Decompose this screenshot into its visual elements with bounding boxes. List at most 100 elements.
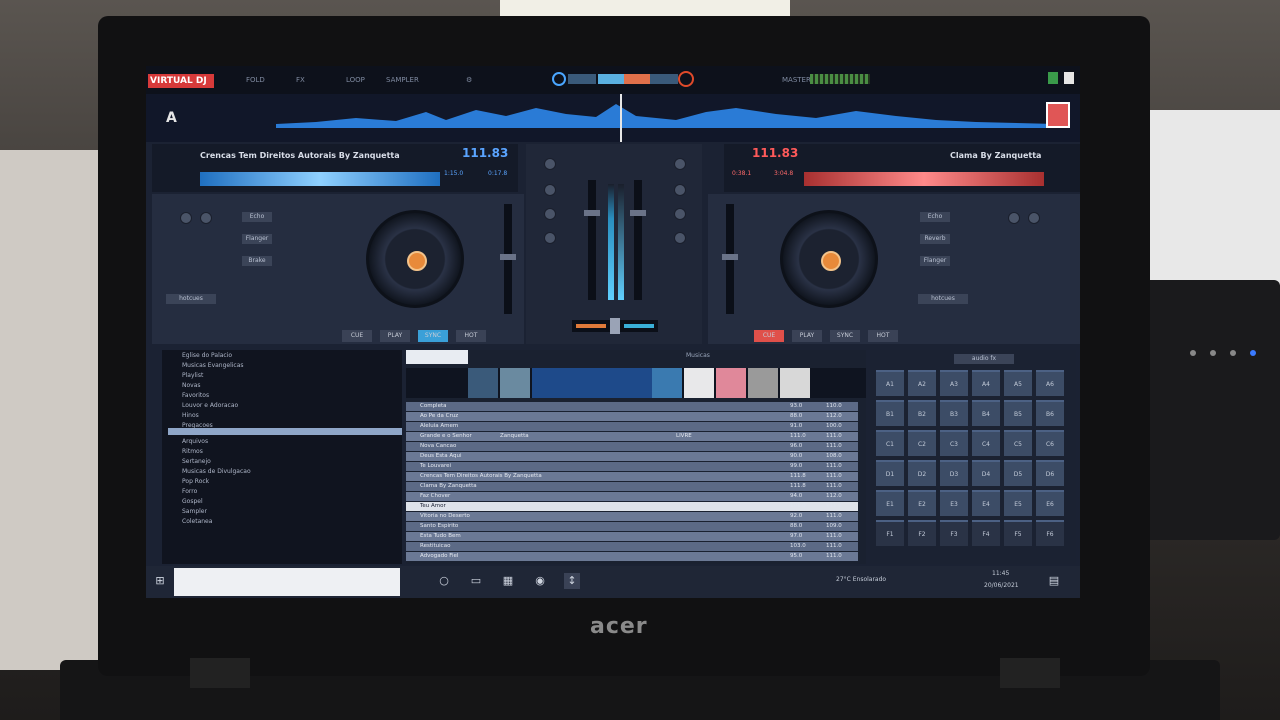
app-logo[interactable]: VIRTUAL DJ <box>148 74 214 88</box>
task-view-icon[interactable]: ▭ <box>468 573 484 589</box>
sampler-pad[interactable]: B5 <box>1004 400 1032 426</box>
tree-item[interactable]: Sertanejo <box>182 458 211 465</box>
fx-flanger[interactable]: Flanger <box>242 234 272 244</box>
tree-item[interactable]: Arquivos <box>182 438 208 445</box>
cortana-icon[interactable]: ○ <box>436 573 452 589</box>
table-row[interactable]: Esta Tudo Bem 97.0 111.0 <box>406 532 858 541</box>
table-row[interactable]: Santo Espirito 88.0 109.0 <box>406 522 858 531</box>
sampler-pad[interactable]: A6 <box>1036 370 1064 396</box>
sampler-pad[interactable]: C6 <box>1036 430 1064 456</box>
clock-date[interactable]: 20/06/2021 <box>984 582 1019 589</box>
table-row[interactable]: Nova Cancao 96.0 111.0 <box>406 442 858 451</box>
table-row[interactable]: Teu Amor 101.0 111.0 <box>406 502 858 511</box>
volume-fader-right[interactable] <box>630 180 646 300</box>
table-row[interactable]: Faz Chover 94.0 112.0 <box>406 492 858 501</box>
sampler-pad[interactable]: A5 <box>1004 370 1032 396</box>
deck-right-jogwheel[interactable] <box>780 210 878 308</box>
hotcue-button[interactable]: HOT <box>868 330 898 342</box>
explorer-icon[interactable]: ▦ <box>500 573 516 589</box>
tree-item[interactable]: Coletanea <box>182 518 212 525</box>
sampler-pad[interactable]: D4 <box>972 460 1000 486</box>
sampler-pad[interactable]: A1 <box>876 370 904 396</box>
sampler-pad[interactable]: F1 <box>876 520 904 546</box>
tree-item[interactable]: Gospel <box>182 498 203 505</box>
window-icon[interactable] <box>1048 72 1058 84</box>
menu-sampler[interactable]: SAMPLER <box>386 76 419 84</box>
menu-fold[interactable]: FOLD <box>246 76 265 84</box>
settings-icon[interactable]: ⚙ <box>466 76 472 84</box>
table-row[interactable]: Aleluia Amem 91.0 100.0 <box>406 422 858 431</box>
menu-loop[interactable]: LOOP <box>346 76 365 84</box>
virtualdj-taskbar-icon[interactable]: ◉ <box>532 573 548 589</box>
sampler-pad[interactable]: C3 <box>940 430 968 456</box>
album-cover[interactable] <box>468 368 498 398</box>
power-icon[interactable] <box>678 71 694 87</box>
fx-flanger[interactable]: Flanger <box>920 256 950 266</box>
pitch-slider-left[interactable] <box>500 204 516 314</box>
deck-left-jogwheel[interactable] <box>366 210 464 308</box>
tree-item[interactable]: Hinos <box>182 412 199 419</box>
sampler-pad[interactable]: B1 <box>876 400 904 426</box>
fx-reverb[interactable]: Reverb <box>920 234 950 244</box>
table-row[interactable]: Ao Pe da Cruz 88.0 112.0 <box>406 412 858 421</box>
eq-high-knob[interactable] <box>544 184 556 196</box>
sampler-pad[interactable]: C1 <box>876 430 904 456</box>
gain-knob-right[interactable] <box>674 158 686 170</box>
layout-button[interactable] <box>650 74 678 84</box>
sampler-pad[interactable]: E3 <box>940 490 968 516</box>
tree-item[interactable]: Novas <box>182 382 201 389</box>
waveform-overview[interactable]: A <box>146 94 1080 142</box>
deck-right-waveform[interactable] <box>804 172 1044 186</box>
tree-item[interactable]: Playlist <box>182 372 203 379</box>
sampler-pad[interactable]: D2 <box>908 460 936 486</box>
windows-start-icon[interactable]: ⊞ <box>152 573 168 589</box>
table-row[interactable]: Crencas Tem Direitos Autorais By Zanquet… <box>406 472 858 481</box>
sampler-pad[interactable]: B2 <box>908 400 936 426</box>
crossfader[interactable] <box>572 318 658 334</box>
tree-item[interactable]: Pop Rock <box>182 478 209 485</box>
table-row[interactable]: Advogado Fiel 95.0 111.0 <box>406 552 858 561</box>
sampler-pad[interactable]: D3 <box>940 460 968 486</box>
table-row[interactable]: Vitoria no Deserto 92.0 111.0 <box>406 512 858 521</box>
album-cover[interactable] <box>684 368 714 398</box>
clock-time[interactable]: 11:45 <box>992 570 1009 577</box>
sampler-pad[interactable]: E5 <box>1004 490 1032 516</box>
sampler-pad[interactable]: B6 <box>1036 400 1064 426</box>
sampler-pad[interactable]: A2 <box>908 370 936 396</box>
loop-select[interactable]: hotcues <box>918 294 968 304</box>
fader-cap[interactable] <box>630 210 646 216</box>
fx-echo[interactable]: Echo <box>920 212 950 222</box>
sampler-pad[interactable]: B3 <box>940 400 968 426</box>
pitch-slider-cap[interactable] <box>722 254 738 260</box>
sampler-pad[interactable]: F5 <box>1004 520 1032 546</box>
eq-low-knob[interactable] <box>674 232 686 244</box>
fader-cap[interactable] <box>584 210 600 216</box>
window-icon[interactable] <box>1064 72 1074 84</box>
sampler-pad[interactable]: E2 <box>908 490 936 516</box>
layout-button[interactable] <box>598 74 626 84</box>
album-cover[interactable] <box>716 368 746 398</box>
fx-brake[interactable]: Brake <box>242 256 272 266</box>
usb-icon[interactable]: ↕ <box>564 573 580 589</box>
sampler-pad[interactable]: A3 <box>940 370 968 396</box>
tree-item[interactable]: Ritmos <box>182 448 203 455</box>
eq-mid-knob[interactable] <box>544 208 556 220</box>
eq-low-knob[interactable] <box>544 232 556 244</box>
sampler-pad[interactable]: F2 <box>908 520 936 546</box>
play-button[interactable]: PLAY <box>792 330 822 342</box>
sampler-pad[interactable]: F4 <box>972 520 1000 546</box>
fx-echo[interactable]: Echo <box>242 212 272 222</box>
tree-item[interactable]: Favoritos <box>182 392 209 399</box>
sync-button[interactable]: SYNC <box>418 330 448 342</box>
sampler-pad[interactable]: E4 <box>972 490 1000 516</box>
tree-item[interactable]: Musicas Evangelicas <box>182 362 244 369</box>
sampler-pad[interactable]: F6 <box>1036 520 1064 546</box>
sampler-pad[interactable]: D5 <box>1004 460 1032 486</box>
layout-button[interactable] <box>624 74 652 84</box>
sampler-pad[interactable]: C4 <box>972 430 1000 456</box>
album-cover[interactable] <box>500 368 530 398</box>
deck-left-waveform[interactable] <box>200 172 440 186</box>
play-button[interactable]: PLAY <box>380 330 410 342</box>
album-cover[interactable] <box>652 368 682 398</box>
tree-item[interactable]: Forro <box>182 488 197 495</box>
